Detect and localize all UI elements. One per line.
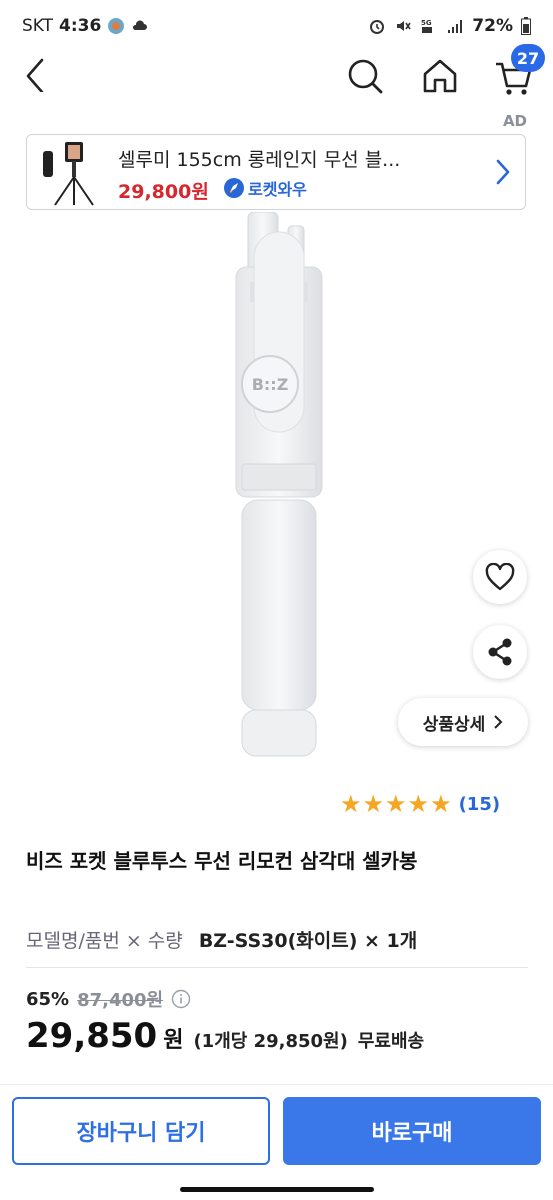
battery-icon	[521, 17, 531, 35]
rocket-wow-label: 로켓와우	[248, 180, 307, 199]
heart-icon	[485, 563, 515, 591]
ad-banner[interactable]: 셀루미 155cm 롱레인지 무선 블... 29,800원 로켓와우	[26, 134, 526, 210]
brand-logo: B::Z	[252, 375, 289, 394]
app-notification-icon	[108, 18, 125, 34]
product-detail-label: 상품상세	[422, 714, 486, 735]
rocket-wow-badge: 로켓와우	[223, 176, 307, 200]
share-icon	[488, 638, 512, 666]
ad-product-thumbnail	[43, 142, 94, 206]
product-title: 비즈 포켓 블루투스 무선 리모컨 삼각대 셀카봉	[26, 849, 418, 873]
shipping-label: 무료배송	[357, 1031, 425, 1052]
ad-label: AD	[502, 112, 527, 130]
share-button[interactable]	[473, 625, 527, 679]
original-price-row: 65% 87,400원	[26, 986, 191, 1012]
star-icon: ★	[430, 790, 452, 818]
alarm-icon	[370, 20, 385, 34]
discount-rate: 65%	[26, 988, 70, 1010]
status-bar: SKT 4:36 5G 72%	[0, 0, 553, 52]
ad-title: 셀루미 155cm 롱레인지 무선 블...	[118, 149, 401, 171]
cart-count-badge[interactable]: 27	[511, 44, 545, 72]
divider	[26, 967, 528, 968]
star-icon: ★	[385, 790, 407, 818]
status-right: 5G 72%	[368, 16, 531, 36]
sale-price-row: 29,850 원 (1개당 29,850원) 무료배송	[26, 1016, 424, 1056]
chevron-right-icon	[494, 715, 503, 729]
star-icon: ★	[362, 790, 385, 818]
back-arrow-icon[interactable]	[18, 56, 54, 92]
review-count[interactable]: (15)	[459, 794, 501, 815]
product-detail-button[interactable]: 상품상세	[398, 698, 528, 746]
search-icon[interactable]	[346, 56, 386, 96]
signal-bars-icon	[448, 20, 463, 33]
status-left: SKT 4:36	[22, 16, 149, 36]
cloud-icon	[133, 20, 148, 30]
add-to-cart-button[interactable]: 장바구니 담기	[12, 1097, 270, 1165]
home-icon[interactable]	[420, 56, 460, 96]
option-label: 모델명/품번 × 수량	[26, 930, 183, 952]
product-image[interactable]: B::Z	[210, 212, 350, 772]
battery-percent: 72%	[472, 16, 513, 36]
home-indicator[interactable]	[180, 1187, 374, 1192]
top-nav	[0, 52, 553, 98]
original-price: 87,400원	[77, 990, 164, 1011]
svg-text:5G: 5G	[421, 19, 432, 27]
selected-option[interactable]: 모델명/품번 × 수량 BZ-SS30(화이트) × 1개	[26, 926, 417, 953]
wishlist-button[interactable]	[473, 550, 527, 604]
price-currency: 원	[163, 1028, 184, 1053]
rocket-icon	[224, 178, 244, 198]
star-icon: ★	[407, 790, 430, 818]
ad-price: 29,800원	[118, 181, 209, 203]
rating-summary[interactable]: ★ ★ ★ ★ ★ (15)	[340, 792, 500, 816]
star-icon: ★	[340, 790, 362, 818]
mute-icon	[397, 21, 411, 31]
bottom-action-bar: 장바구니 담기 바로구매	[0, 1084, 553, 1200]
unit-price: (1개당 29,850원)	[193, 1031, 348, 1052]
status-time: 4:36	[59, 16, 102, 36]
sale-price: 29,850	[26, 1016, 158, 1056]
carrier-label: SKT	[22, 16, 54, 36]
signal-5g-icon: 5G	[421, 19, 433, 33]
chevron-right-icon[interactable]	[493, 157, 513, 187]
buy-now-button[interactable]: 바로구매	[283, 1097, 541, 1165]
option-value: BZ-SS30(화이트) × 1개	[198, 930, 418, 952]
info-icon[interactable]	[171, 989, 191, 1009]
